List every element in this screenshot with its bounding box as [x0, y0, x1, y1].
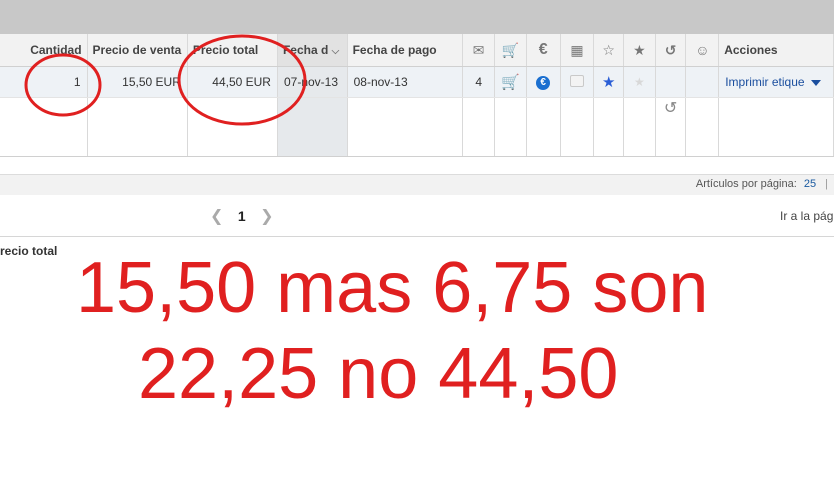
- euro-icon: €: [538, 41, 548, 58]
- per-page-label: Artículos por página:: [695, 178, 797, 190]
- total-label: recio total: [0, 244, 58, 258]
- cell-cantidad: 1: [0, 66, 88, 98]
- actions-dropdown-label: Imprimir etique: [725, 75, 805, 89]
- annotation-line-1: 15,50 mas 6,75 son: [76, 248, 709, 328]
- header-cantidad[interactable]: Cantidad: [0, 34, 88, 67]
- next-page-icon[interactable]: ❯: [260, 208, 273, 225]
- pager: ❮ 1 ❯: [210, 206, 274, 226]
- annotation-line-2: 22,25 no 44,50: [138, 334, 619, 414]
- per-page-separator: |: [825, 178, 828, 190]
- star-icon: ★: [633, 41, 646, 58]
- star-icon: ★: [634, 75, 645, 89]
- star-edit-icon: ☆: [602, 41, 615, 58]
- table-row: 1 15,50 EUR 44,50 EUR 07-nov-13 08-nov-1…: [0, 66, 834, 98]
- per-page-value[interactable]: 25: [804, 178, 816, 190]
- prev-page-icon[interactable]: ❮: [210, 208, 223, 225]
- cell-people: [685, 66, 720, 98]
- envelope-icon: ✉: [472, 41, 485, 58]
- table-row-extra: ↺: [0, 97, 834, 157]
- header-euro[interactable]: €: [526, 34, 561, 67]
- orders-table: Cantidad Precio de venta Precio total Fe…: [0, 34, 834, 158]
- cell-package[interactable]: [560, 66, 595, 98]
- header-cart[interactable]: 🛒: [494, 34, 527, 67]
- header-mail[interactable]: ✉: [462, 34, 496, 67]
- header-precio-venta[interactable]: Precio de venta: [87, 34, 188, 67]
- euro-icon: €: [536, 76, 551, 90]
- goto-page-label: Ir a la pág: [780, 209, 834, 223]
- header-fecha-label: Fecha d: [282, 43, 329, 57]
- header-star[interactable]: ★: [623, 34, 656, 67]
- cell-cart[interactable]: 🛒: [494, 66, 527, 98]
- header-acciones: Acciones: [718, 34, 834, 67]
- sort-chevron-icon[interactable]: ⌵: [332, 46, 340, 57]
- cell-undo-action[interactable]: ↺: [655, 97, 687, 157]
- cell-fecha: 07-nov-13: [277, 66, 348, 98]
- package-icon: ▦: [570, 41, 584, 58]
- undo-icon: ↺: [663, 100, 678, 117]
- cell-messages-count[interactable]: 4: [462, 66, 496, 98]
- star-edit-icon: ★: [601, 74, 616, 91]
- header-star-review[interactable]: ☆: [593, 34, 625, 67]
- pagination-bar: Artículos por página: 25 |: [0, 174, 834, 195]
- cell-star-review[interactable]: ★: [593, 66, 625, 98]
- cart-icon: 🛒: [501, 41, 520, 58]
- per-page-selector: Artículos por página: 25 |: [696, 178, 828, 190]
- dropdown-arrow-icon: [810, 79, 821, 86]
- header-fecha-pago[interactable]: Fecha de pago: [347, 34, 464, 67]
- current-page: 1: [237, 208, 246, 224]
- header-undo[interactable]: ↺: [655, 34, 687, 67]
- cell-precio-total: 44,50 EUR: [187, 66, 278, 98]
- header-precio-total[interactable]: Precio total: [187, 34, 278, 67]
- cell-precio-venta: 15,50 EUR: [87, 66, 188, 98]
- people-icon: ☺: [695, 42, 710, 58]
- divider: [0, 236, 834, 237]
- cell-euro[interactable]: €: [526, 66, 561, 98]
- header-people[interactable]: ☺: [685, 34, 720, 67]
- header-fecha[interactable]: Fecha d ⌵: [277, 34, 348, 67]
- top-toolbar: [0, 0, 834, 34]
- cell-fecha-pago: 08-nov-13: [347, 66, 464, 98]
- cell-star[interactable]: ★: [623, 66, 656, 98]
- actions-dropdown[interactable]: Imprimir etique: [718, 66, 834, 98]
- header-package[interactable]: ▦: [560, 34, 595, 67]
- cell-undo: [655, 66, 687, 98]
- cart-icon: 🛒: [501, 74, 520, 91]
- undo-icon: ↺: [664, 41, 677, 58]
- package-icon: [569, 74, 584, 87]
